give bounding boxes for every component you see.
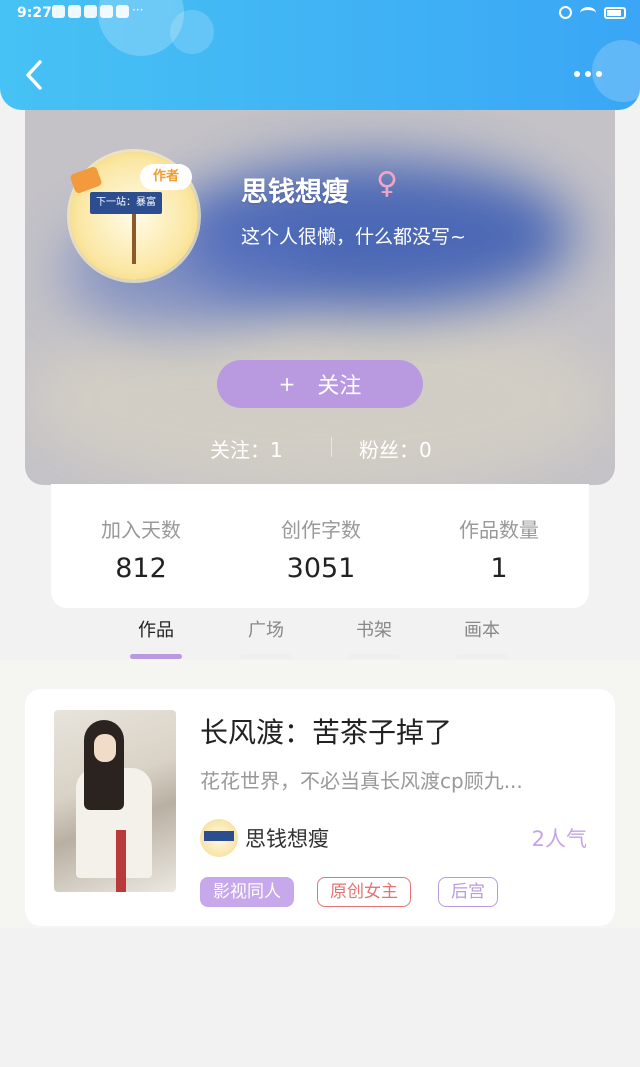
tab-indicator (240, 654, 292, 659)
chevron-left-icon (26, 60, 42, 90)
tab-label: 广场 (248, 620, 284, 641)
work-description: 花花世界，不必当真长风渡cp顾九... (200, 769, 523, 793)
cover-art (94, 734, 116, 762)
user-name: 思钱想瘦 (241, 177, 349, 208)
stat-label: 加入天数 (101, 518, 181, 542)
stat-join-days: 加入天数 812 (71, 514, 211, 584)
stat-work-count: 作品数量 1 (429, 514, 569, 584)
tab-label: 书架 (356, 620, 392, 641)
tab-bookshelf[interactable]: 书架 (344, 616, 404, 659)
tab-bar: 作品 广场 书架 画本 (0, 608, 640, 660)
tag-film-fanfic[interactable]: 影视同人 (200, 877, 294, 907)
user-bio: 这个人很懒，什么都没写~ (241, 226, 466, 248)
notification-icons: ··· (52, 3, 144, 18)
battery-icon (604, 6, 626, 19)
stat-label: 作品数量 (459, 518, 539, 542)
system-icons (559, 6, 626, 19)
app-notification-icon (84, 5, 97, 18)
top-header: 9:27 ··· (0, 0, 640, 110)
sign-post (132, 214, 136, 264)
avatar-sign: 下一站：暴富 (90, 192, 162, 214)
work-title[interactable]: 长风渡：苦茶子掉了 (200, 711, 452, 751)
wifi-icon (580, 6, 596, 19)
tab-label: 画本 (464, 620, 500, 641)
tag-original-heroine[interactable]: 原创女主 (317, 877, 411, 907)
plus-icon: + (278, 372, 296, 396)
follow-button-label: 关注 (317, 374, 362, 399)
avatar-sign (204, 831, 234, 841)
app-notification-icon (116, 5, 129, 18)
follow-stats: 关注：1 粉丝：0 (25, 434, 615, 463)
status-time: 9:27 (17, 5, 52, 21)
more-dots-icon (585, 71, 591, 77)
follow-button[interactable]: + 关注 (217, 360, 423, 408)
tab-square[interactable]: 广场 (236, 616, 296, 659)
more-dots-icon (574, 71, 580, 77)
divider (331, 437, 332, 457)
status-bar: 9:27 ··· (0, 0, 640, 28)
book-cover[interactable] (54, 710, 176, 892)
tab-indicator (456, 654, 508, 659)
author-name[interactable]: 思钱想瘦 (245, 823, 329, 853)
tab-indicator (348, 654, 400, 659)
tab-picture-book[interactable]: 画本 (452, 616, 512, 659)
tab-works[interactable]: 作品 (126, 616, 186, 659)
app-notification-icon (52, 5, 65, 18)
cover-art (116, 830, 126, 892)
back-button[interactable] (20, 56, 50, 94)
stat-value: 812 (115, 553, 167, 584)
more-dots-icon (596, 71, 602, 77)
tag-harem[interactable]: 后宫 (438, 877, 498, 907)
female-icon: ♀ (376, 166, 398, 201)
profile-card: 作者 下一站：暴富 思钱想瘦 ♀ 这个人很懒，什么都没写~ + 关注 关注：1 … (25, 90, 615, 485)
stat-value: 1 (490, 553, 508, 584)
work-card[interactable]: 长风渡：苦茶子掉了 花花世界，不必当真长风渡cp顾九... 思钱想瘦 2人气 影… (25, 689, 615, 926)
popularity-count: 2人气 (531, 827, 587, 851)
fans-count[interactable]: 粉丝：0 (359, 434, 432, 463)
alarm-icon (559, 6, 572, 19)
tab-indicator (130, 654, 182, 659)
stat-word-count: 创作字数 3051 (251, 514, 391, 584)
stat-value: 3051 (286, 553, 356, 584)
avatar[interactable]: 作者 下一站：暴富 (69, 152, 198, 280)
more-notifications-icon: ··· (132, 3, 144, 17)
app-notification-icon (100, 5, 113, 18)
decor-tag-icon (69, 165, 103, 195)
author-badge: 作者 (140, 164, 192, 190)
app-notification-icon (68, 5, 81, 18)
tab-label: 作品 (138, 620, 174, 641)
stats-card: 加入天数 812 创作字数 3051 作品数量 1 (51, 484, 589, 608)
following-count[interactable]: 关注：1 (210, 434, 283, 463)
more-button[interactable] (574, 62, 614, 86)
author-avatar[interactable] (200, 819, 238, 857)
stat-label: 创作字数 (281, 518, 361, 542)
